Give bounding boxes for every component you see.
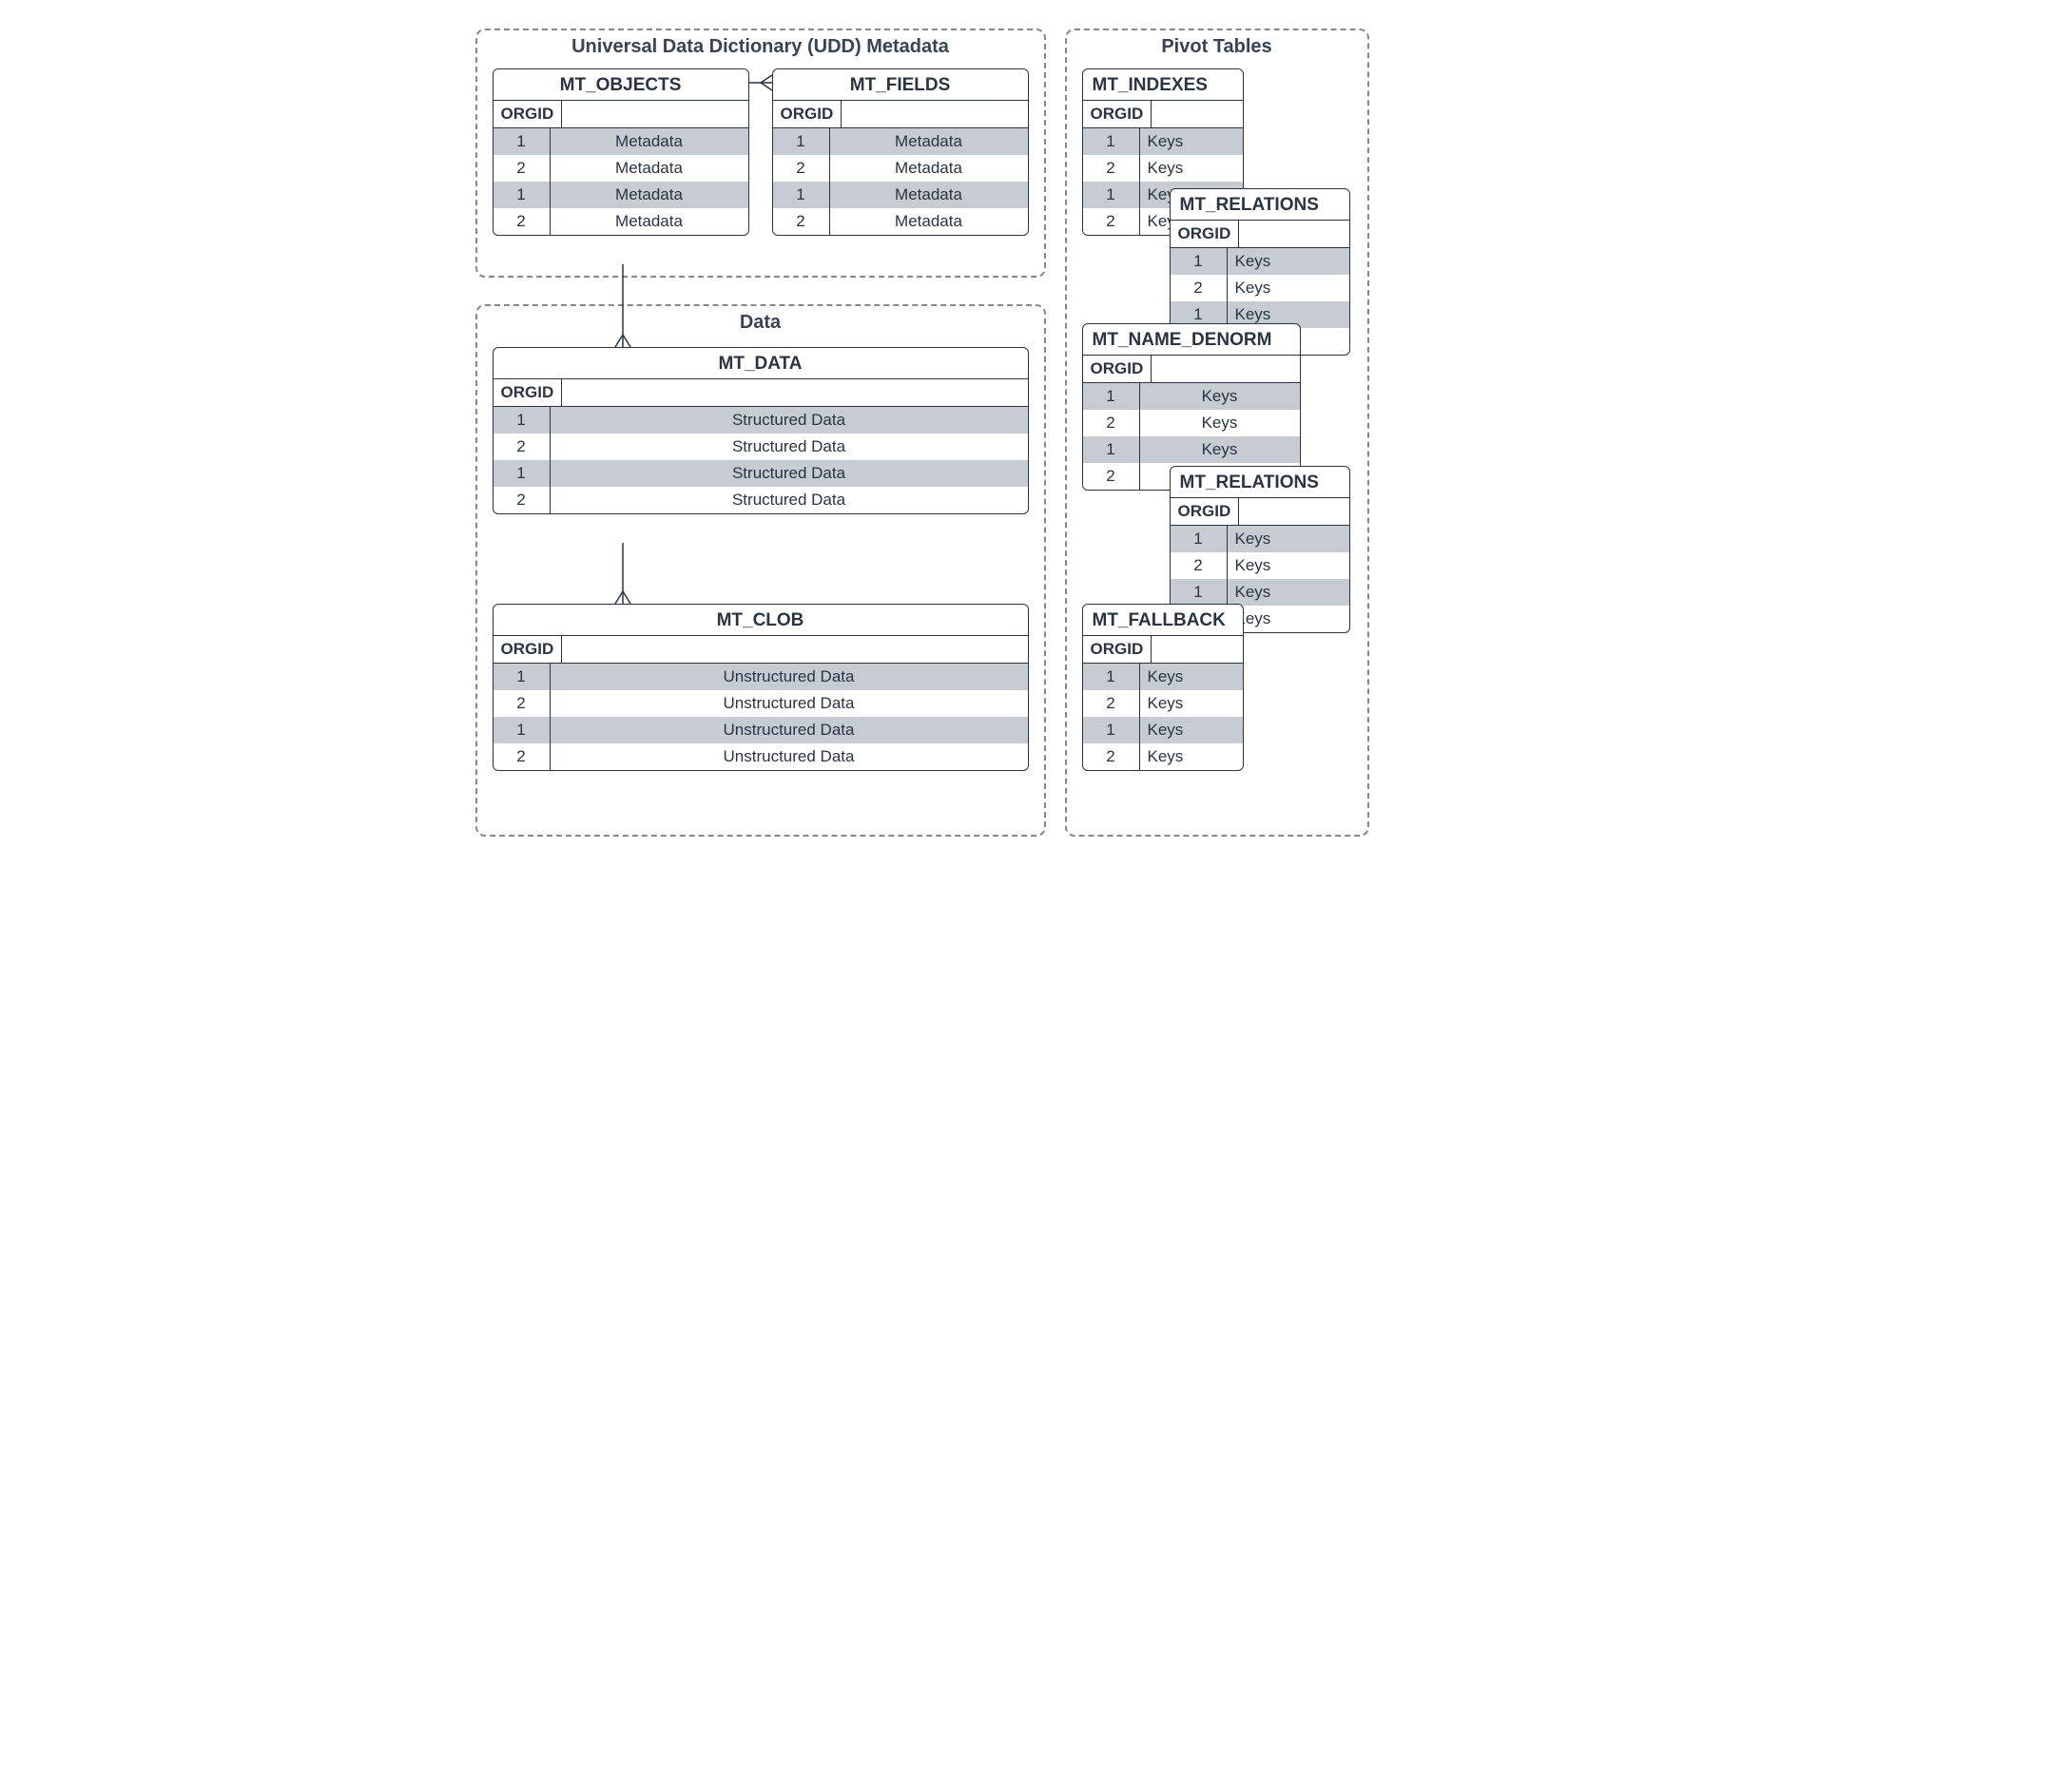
table-row: 2Unstructured Data xyxy=(494,743,1028,770)
col-orgid: ORGID xyxy=(1083,101,1152,127)
table-header-row: ORGID xyxy=(494,379,1028,407)
table-title: MT_OBJECTS xyxy=(494,69,748,101)
col-blank xyxy=(1152,356,1299,382)
table-header-row: ORGID xyxy=(1083,356,1300,383)
table-row: 2Keys xyxy=(1083,690,1243,717)
col-blank xyxy=(562,636,1027,663)
table-row: 2Keys xyxy=(1083,155,1243,182)
col-orgid: ORGID xyxy=(1171,498,1240,525)
table-row: 2Structured Data xyxy=(494,434,1028,460)
col-blank xyxy=(1152,636,1242,663)
table-mt-objects: MT_OBJECTS ORGID 1Metadata 2Metadata 1Me… xyxy=(493,68,749,236)
table-row: 2Keys xyxy=(1171,275,1349,301)
table-row: 1Unstructured Data xyxy=(494,717,1028,743)
table-title: MT_DATA xyxy=(494,348,1028,379)
group-data-title: Data xyxy=(477,312,1044,334)
table-row: 1Metadata xyxy=(773,182,1028,208)
table-mt-data: MT_DATA ORGID 1Structured Data 2Structur… xyxy=(493,347,1029,514)
table-row: 2Metadata xyxy=(494,155,748,182)
col-blank xyxy=(562,379,1027,406)
table-header-row: ORGID xyxy=(1083,101,1243,128)
table-row: 1Metadata xyxy=(494,182,748,208)
col-orgid: ORGID xyxy=(1171,221,1240,247)
table-mt-fallback: MT_FALLBACK ORGID 1Keys 2Keys 1Keys 2Key… xyxy=(1082,604,1244,771)
table-title: MT_RELATIONS xyxy=(1171,467,1349,498)
table-row: 1Structured Data xyxy=(494,460,1028,487)
table-row: 1Keys xyxy=(1083,717,1243,743)
col-orgid: ORGID xyxy=(494,636,563,663)
table-row: 1Keys xyxy=(1083,664,1243,690)
diagram-canvas: Universal Data Dictionary (UDD) Metadata… xyxy=(475,29,1598,989)
table-row: 1Keys xyxy=(1083,128,1243,155)
table-row: 1Metadata xyxy=(494,128,748,155)
table-title: MT_RELATIONS xyxy=(1171,189,1349,221)
table-row: 1Unstructured Data xyxy=(494,664,1028,690)
table-row: 2Metadata xyxy=(773,208,1028,235)
table-title: MT_FIELDS xyxy=(773,69,1028,101)
table-title: MT_CLOB xyxy=(494,605,1028,636)
group-pivot-title: Pivot Tables xyxy=(1067,36,1367,58)
table-row: 1Keys xyxy=(1083,436,1300,463)
table-header-row: ORGID xyxy=(1171,221,1349,248)
col-blank xyxy=(842,101,1027,127)
table-mt-fields: MT_FIELDS ORGID 1Metadata 2Metadata 1Met… xyxy=(772,68,1029,236)
table-header-row: ORGID xyxy=(1171,498,1349,526)
col-blank xyxy=(1239,221,1348,247)
group-udd-title: Universal Data Dictionary (UDD) Metadata xyxy=(477,36,1044,58)
col-blank xyxy=(562,101,747,127)
table-row: 2Keys xyxy=(1171,552,1349,579)
col-orgid: ORGID xyxy=(1083,356,1152,382)
table-row: 1Keys xyxy=(1171,248,1349,275)
col-blank xyxy=(1152,101,1242,127)
table-row: 1Keys xyxy=(1171,579,1349,606)
table-row: 2Metadata xyxy=(773,155,1028,182)
table-row: 2Structured Data xyxy=(494,487,1028,513)
table-header-row: ORGID xyxy=(494,101,748,128)
table-row: 2Keys xyxy=(1083,410,1300,436)
table-title: MT_FALLBACK xyxy=(1083,605,1243,636)
col-orgid: ORGID xyxy=(494,101,563,127)
table-row: 1Metadata xyxy=(773,128,1028,155)
table-header-row: ORGID xyxy=(773,101,1028,128)
table-row: 1Keys xyxy=(1171,526,1349,552)
col-orgid: ORGID xyxy=(773,101,842,127)
col-orgid: ORGID xyxy=(494,379,563,406)
table-row: 2Keys xyxy=(1083,743,1243,770)
table-title: MT_NAME_DENORM xyxy=(1083,324,1300,356)
col-blank xyxy=(1239,498,1348,525)
table-row: 1Structured Data xyxy=(494,407,1028,434)
table-header-row: ORGID xyxy=(494,636,1028,664)
table-mt-clob: MT_CLOB ORGID 1Unstructured Data 2Unstru… xyxy=(493,604,1029,771)
table-row: 2Unstructured Data xyxy=(494,690,1028,717)
table-row: 2Metadata xyxy=(494,208,748,235)
table-header-row: ORGID xyxy=(1083,636,1243,664)
table-title: MT_INDEXES xyxy=(1083,69,1243,101)
col-orgid: ORGID xyxy=(1083,636,1152,663)
table-row: 1Keys xyxy=(1083,383,1300,410)
